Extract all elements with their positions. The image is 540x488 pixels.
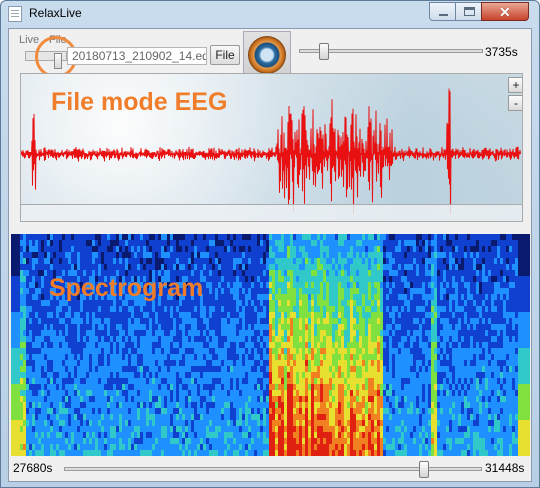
filename-text: 20180713_210902_14.edf — [72, 49, 207, 63]
file-open-button[interactable]: File — [210, 45, 240, 65]
maximize-icon — [464, 7, 475, 16]
eeg-scroll-area[interactable] — [21, 204, 522, 221]
range-start-label: 27680s — [13, 461, 53, 475]
zoom-out-button[interactable]: - — [508, 95, 522, 111]
position-slider-thumb[interactable] — [319, 43, 329, 60]
minimize-icon — [439, 14, 448, 16]
zoom-in-button[interactable]: + — [508, 77, 522, 93]
spectrogram-plot[interactable]: Spectrogram — [11, 234, 530, 456]
close-button[interactable]: ✕ — [481, 2, 529, 21]
spectrogram-annotation: Spectrogram — [49, 274, 204, 302]
total-time-label: 3735s — [485, 45, 518, 59]
app-window: RelaxLive ✕ Live File 20180713_210902_14… — [0, 0, 540, 488]
range-slider-thumb[interactable] — [419, 461, 429, 478]
spectrogram-image — [11, 234, 530, 456]
eeg-annotation: File mode EEG — [51, 88, 228, 116]
client-area: Live File 20180713_210902_14.edf File 37… — [8, 28, 532, 482]
document-icon — [8, 6, 22, 22]
title-bar[interactable]: RelaxLive ✕ — [1, 1, 539, 27]
minimize-button[interactable] — [429, 2, 456, 21]
eeg-plot[interactable]: File mode EEG + - — [20, 73, 523, 222]
filename-field[interactable]: 20180713_210902_14.edf — [67, 47, 207, 65]
close-icon: ✕ — [499, 4, 511, 20]
mode-live-label: Live — [19, 34, 40, 46]
maximize-button[interactable] — [455, 2, 482, 21]
range-end-label: 31448s — [485, 461, 525, 475]
play-button[interactable] — [243, 31, 291, 79]
play-orb-icon — [248, 36, 286, 74]
window-title: RelaxLive — [29, 6, 82, 20]
